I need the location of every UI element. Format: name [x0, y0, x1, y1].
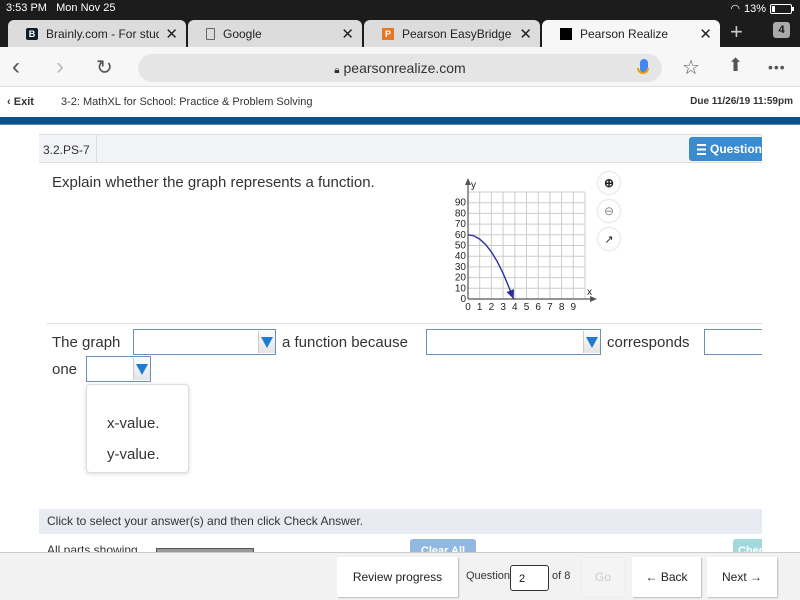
- bookmark-star-icon[interactable]: ☆: [682, 55, 700, 80]
- question-prompt: Explain whether the graph represents a f…: [52, 174, 375, 191]
- status-bar: 3:53 PM Mon Nov 25 ◠ 13%: [0, 0, 800, 17]
- sentence-part-1: The graph: [52, 334, 121, 351]
- is-function-dropdown[interactable]: [133, 329, 276, 355]
- x-tick-label: 8: [559, 302, 565, 313]
- battery-icon: [770, 3, 794, 14]
- pearson-favicon-icon: P: [382, 27, 394, 40]
- new-tab-icon[interactable]: +: [730, 19, 743, 45]
- option-x-value[interactable]: x-value.: [107, 415, 160, 432]
- question-list-button[interactable]: Question: [689, 137, 762, 161]
- question-id: 3.2.PS-7: [39, 135, 97, 163]
- tab-pearson-realize[interactable]: Pearson Realize ✕: [542, 20, 720, 47]
- status-time: 3:53 PM Mon Nov 25: [6, 2, 116, 14]
- dropdown-arrow-icon: [258, 331, 275, 353]
- tab-google[interactable]: Google ✕: [188, 20, 362, 47]
- x-tick-label: 7: [547, 302, 553, 313]
- dropdown-arrow-icon: [583, 331, 600, 353]
- popout-icon[interactable]: ↗: [598, 228, 620, 250]
- tab-label: Pearson EasyBridge: [402, 26, 512, 41]
- next-button[interactable]: Next →: [707, 557, 777, 597]
- tab-strip: B Brainly.com - For students ✕ Google ✕ …: [0, 17, 800, 47]
- tab-label: Google: [223, 26, 262, 41]
- reason-dropdown[interactable]: [426, 329, 601, 355]
- x-axis-label: x: [587, 287, 592, 298]
- review-progress-button[interactable]: Review progress: [337, 557, 458, 597]
- back-button[interactable]: ← Back: [632, 557, 701, 597]
- due-date: Due 11/26/19 11:59pm: [690, 96, 793, 107]
- x-tick-label: 9: [571, 302, 577, 313]
- close-tab-icon[interactable]: ✕: [165, 25, 178, 43]
- tab-label: Brainly.com - For students: [46, 26, 160, 41]
- y-tick-label: 10: [455, 283, 467, 294]
- arrow-left-icon: ←: [645, 570, 658, 584]
- x-tick-label: 0: [465, 302, 471, 313]
- battery-percent: 13%: [743, 2, 766, 15]
- exit-button[interactable]: ‹ Exit: [7, 96, 34, 108]
- corresponds-dropdown[interactable]: [704, 329, 762, 355]
- question-number-input[interactable]: 2: [510, 565, 549, 591]
- question-header: 3.2.PS-7: [39, 134, 762, 163]
- x-tick-label: 6: [535, 302, 541, 313]
- question-total: of 8: [552, 570, 571, 582]
- sentence-part-4: one: [52, 361, 78, 378]
- close-tab-icon[interactable]: ✕: [699, 25, 712, 43]
- value-type-dropdown-menu: x-value. y-value.: [86, 384, 189, 473]
- function-graph: 0 1 2 3 4 5 6 7 8 90102030405060708090xy: [455, 178, 597, 313]
- reload-icon[interactable]: ↻: [96, 55, 113, 80]
- zoom-in-icon[interactable]: ⊕: [598, 172, 620, 194]
- y-tick-label: 30: [455, 262, 467, 273]
- sentence-part-2: a function because: [282, 334, 408, 351]
- realize-favicon-icon: [560, 27, 572, 40]
- brainly-favicon-icon: B: [26, 27, 38, 40]
- assignment-title: 3-2: MathXL for School: Practice & Probl…: [61, 96, 313, 108]
- x-tick-label: 4: [512, 302, 518, 313]
- x-tick-label: 5: [524, 302, 530, 313]
- instructions-bar: Click to select your answer(s) and then …: [39, 509, 762, 534]
- y-tick-label: 50: [455, 241, 467, 252]
- y-tick-label: 70: [455, 219, 467, 230]
- url-text: pearsonrealize.com: [343, 60, 466, 76]
- option-y-value[interactable]: y-value.: [107, 446, 160, 463]
- question-label: Question: [466, 570, 511, 582]
- microphone-icon[interactable]: [637, 59, 649, 74]
- x-tick-label: 3: [500, 302, 506, 313]
- go-button[interactable]: Go: [581, 557, 625, 597]
- answer-divider: [47, 323, 762, 324]
- y-axis-label: y: [471, 180, 476, 191]
- tab-brainly[interactable]: B Brainly.com - For students ✕: [8, 20, 186, 47]
- wifi-icon: ◠: [730, 3, 740, 15]
- sentence-part-3: corresponds: [607, 334, 690, 351]
- tab-label: Pearson Realize: [580, 26, 669, 41]
- tab-pearson-easybridge[interactable]: P Pearson EasyBridge ✕: [364, 20, 540, 47]
- header-divider: [0, 117, 800, 125]
- bottom-navigation: Review progress Question 2 of 8 Go ← Bac…: [0, 552, 800, 600]
- assignment-header: ‹ Exit 3-2: MathXL for School: Practice …: [0, 87, 800, 115]
- zoom-out-icon[interactable]: ⊖: [598, 200, 620, 222]
- close-tab-icon[interactable]: ✕: [341, 25, 354, 43]
- y-tick-label: 90: [455, 198, 467, 209]
- arrow-right-icon: →: [750, 570, 763, 584]
- browser-toolbar: ‹ › ↻ 🔒︎ pearsonrealize.com ☆ ⬆︎ •••: [0, 47, 800, 87]
- y-tick-label: 20: [455, 273, 467, 284]
- page-icon: [206, 27, 215, 40]
- share-icon[interactable]: ⬆︎: [728, 55, 743, 76]
- y-tick-label: 0: [460, 294, 466, 305]
- y-tick-label: 60: [455, 230, 467, 241]
- address-bar[interactable]: 🔒︎ pearsonrealize.com: [138, 54, 662, 82]
- more-menu-icon[interactable]: •••: [768, 59, 786, 75]
- y-tick-label: 80: [455, 208, 467, 219]
- x-tick-label: 1: [477, 302, 483, 313]
- x-tick-label: 2: [489, 302, 495, 313]
- lock-icon: 🔒︎: [334, 65, 340, 76]
- value-type-dropdown[interactable]: [86, 356, 151, 382]
- dropdown-arrow-icon: [133, 358, 150, 380]
- y-tick-label: 40: [455, 251, 467, 262]
- list-icon: [697, 143, 706, 155]
- forward-icon[interactable]: ›: [56, 53, 64, 81]
- back-icon[interactable]: ‹: [12, 53, 20, 81]
- tab-count-button[interactable]: 4: [773, 22, 790, 38]
- close-tab-icon[interactable]: ✕: [519, 25, 532, 43]
